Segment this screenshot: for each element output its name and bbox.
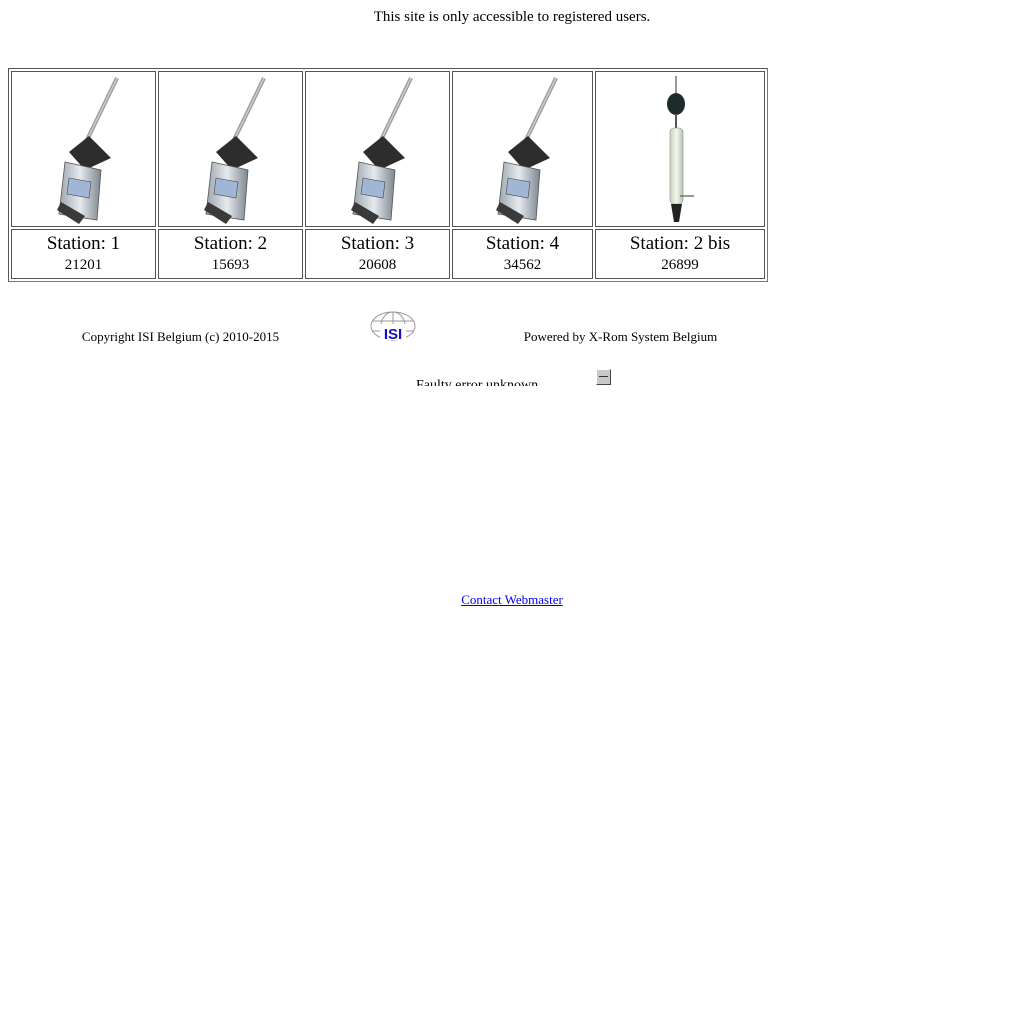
stations-table: Station: 1 21201 Station: 2 15693 Statio…	[8, 68, 768, 282]
sound-level-meter-icon	[203, 77, 266, 224]
copyright-text: Copyright ISI Belgium (c) 2010-2015	[81, 329, 280, 344]
station-count: 20608	[358, 257, 397, 273]
status-text: Faulty error unknown	[416, 378, 539, 386]
logo-text: ISI	[384, 326, 402, 343]
isi-logo: ISI	[370, 311, 416, 343]
station-count: 21201	[64, 257, 103, 273]
contact-section: Contact Webmaster	[0, 592, 1024, 608]
sound-level-meter-icon	[350, 77, 413, 224]
station-count: 34562	[503, 257, 542, 273]
station-images-row	[11, 71, 765, 227]
sound-level-meter-icon	[495, 77, 558, 224]
outdoor-microphone-icon	[667, 76, 694, 222]
powered-by-text: Powered by X-Rom System Belgium	[523, 329, 718, 344]
sound-level-meter-icon	[56, 77, 119, 224]
station-name: Station: 1	[46, 233, 121, 254]
station-count: 15693	[211, 257, 250, 273]
station-2-image-cell[interactable]	[158, 71, 303, 227]
access-notice: This site is only accessible to register…	[373, 9, 651, 25]
status-frame: Faulty error unknown	[0, 368, 1024, 386]
station-name: Station: 2	[193, 233, 268, 254]
station-1-image-cell[interactable]	[11, 71, 156, 227]
contact-webmaster-link[interactable]: Contact Webmaster	[461, 592, 563, 607]
station-2-label-cell: Station: 2 15693	[158, 229, 303, 279]
station-3-label-cell: Station: 3 20608	[305, 229, 450, 279]
station-labels-row: Station: 1 21201 Station: 2 15693 Statio…	[11, 229, 765, 279]
station-name: Station: 2 bis	[629, 233, 731, 254]
station-3-image-cell[interactable]	[305, 71, 450, 227]
station-4-label-cell: Station: 4 34562	[452, 229, 593, 279]
station-2bis-image-cell[interactable]	[595, 71, 765, 227]
station-2bis-label-cell: Station: 2 bis 26899	[595, 229, 765, 279]
station-count: 26899	[661, 257, 699, 273]
station-name: Station: 3	[340, 233, 415, 254]
page-footer: Copyright ISI Belgium (c) 2010-2015 ISI …	[8, 308, 768, 352]
station-4-image-cell[interactable]	[452, 71, 593, 227]
status-frame-button[interactable]	[596, 369, 611, 385]
station-1-label-cell: Station: 1 21201	[11, 229, 156, 279]
station-name: Station: 4	[485, 233, 560, 254]
